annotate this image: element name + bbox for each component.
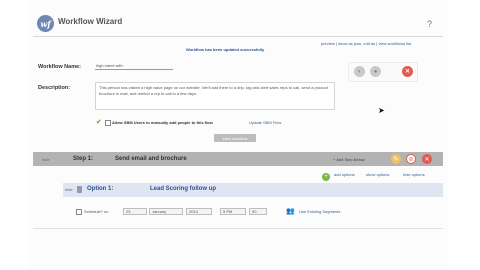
pause-icon[interactable]: ◐: [354, 66, 365, 77]
header: wf Workflow Wizard ?: [28, 0, 448, 40]
workflow-name-label: Workflow Name:: [38, 64, 81, 70]
step-close-icon[interactable]: ✕: [422, 154, 432, 164]
app-title: Workflow Wizard: [58, 17, 123, 26]
day-select[interactable]: 25: [123, 208, 147, 215]
update-sbm-link[interactable]: Update SBM Flow: [249, 120, 281, 125]
option-label: Option 1:: [87, 186, 114, 192]
schedule-checkbox[interactable]: [76, 209, 82, 215]
use-existing-segments-link[interactable]: Use Existing Segments: [299, 209, 340, 214]
bottom-divider: [33, 228, 443, 229]
year-select[interactable]: 2013: [186, 208, 212, 215]
option-name: Lead Scoring follow up: [150, 186, 216, 192]
save-workflow-button[interactable]: save workflow: [214, 134, 256, 142]
workflow-wizard-window: wf Workflow Wizard ? preview | show as j…: [28, 0, 448, 270]
month-select[interactable]: January: [149, 208, 183, 215]
step-name: Send email and brochure: [115, 156, 187, 162]
add-options-link[interactable]: add options: [334, 172, 355, 177]
option-bar: hide Option 1: Lead Scoring follow up: [63, 183, 443, 197]
step-label: Step 1:: [73, 156, 94, 162]
delete-icon[interactable]: ✕: [402, 66, 413, 77]
allow-manual-add-label: Allow SBM Users to manually add people t…: [112, 120, 213, 125]
stop-icon[interactable]: ⊘: [406, 154, 416, 164]
step-bar: hide Step 1: Send email and brochure + A…: [33, 152, 443, 166]
add-option-icon[interactable]: +: [322, 173, 330, 181]
schedule-label: Schedule? on: [84, 209, 109, 214]
header-divider: [33, 36, 443, 37]
help-icon[interactable]: ?: [427, 19, 432, 29]
success-notice: Workflow has been updated successfully: [186, 47, 265, 52]
document-icon: [77, 186, 82, 193]
description-label: Description:: [38, 85, 71, 91]
edit-icon[interactable]: ✎: [391, 154, 401, 164]
top-links[interactable]: preview | show as json, edit as | view w…: [321, 41, 411, 46]
checkmark-icon[interactable]: ✔: [96, 118, 102, 126]
option-hide-toggle[interactable]: hide: [65, 187, 73, 192]
app-logo: wf: [37, 15, 54, 32]
show-options-link[interactable]: show options: [366, 172, 389, 177]
step-hide-toggle[interactable]: hide: [42, 157, 50, 162]
minute-select[interactable]: 00: [249, 208, 267, 215]
add-step-below-link[interactable]: + Add Step Below: [333, 157, 365, 162]
hour-select[interactable]: 5 PM: [220, 208, 246, 215]
users-icon: 👥: [286, 208, 295, 215]
record-icon[interactable]: ●: [370, 66, 381, 77]
hide-options-link[interactable]: hide options: [403, 172, 425, 177]
workflow-name-input[interactable]: [95, 62, 173, 70]
allow-checkbox[interactable]: [105, 120, 111, 126]
mouse-cursor-icon: ➤: [378, 106, 385, 115]
description-textarea[interactable]: This person has visited a high value pag…: [95, 82, 335, 110]
